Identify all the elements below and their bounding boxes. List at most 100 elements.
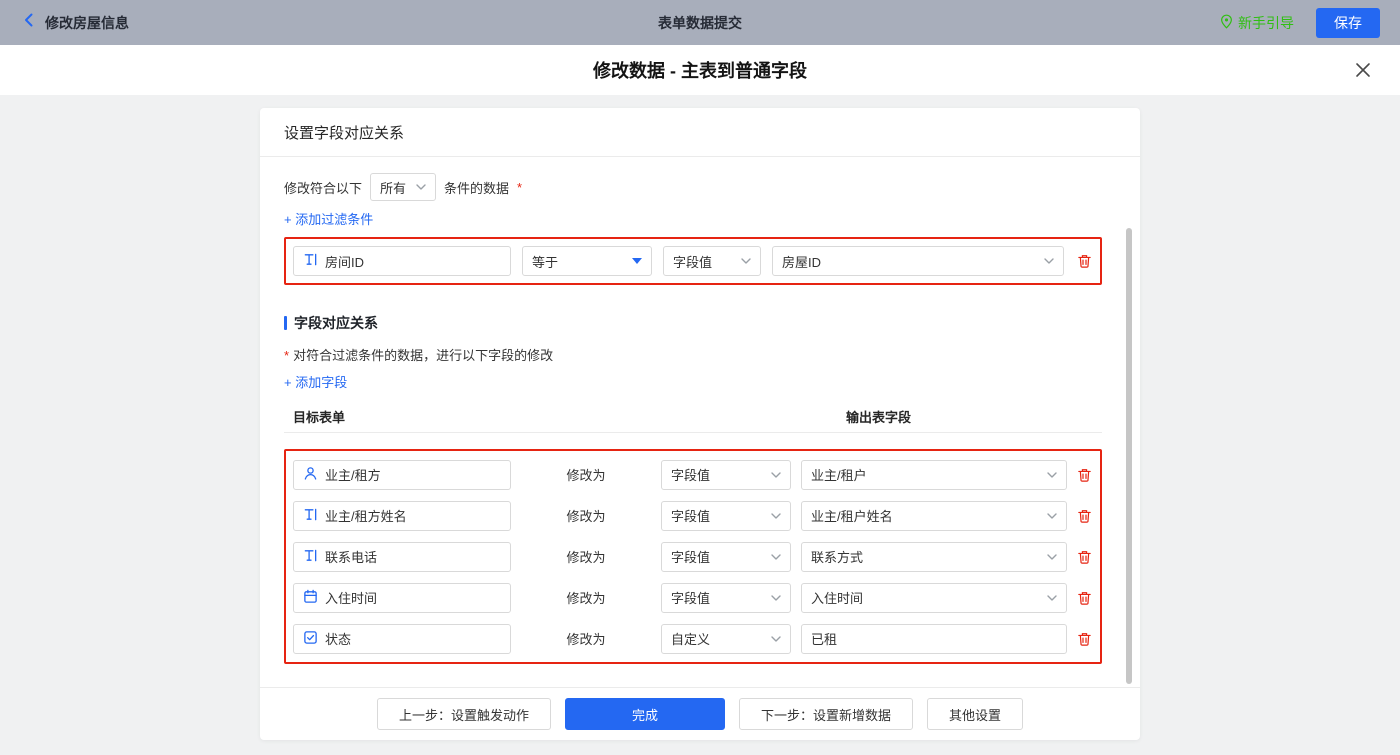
- chevron-down-icon: [1047, 513, 1057, 519]
- target-field-input[interactable]: 业主/租方姓名: [293, 501, 511, 531]
- done-button[interactable]: 完成: [565, 698, 725, 730]
- page-body: 设置字段对应关系 修改符合以下 所有 条件的数据 * + 添加过滤条件: [0, 95, 1400, 755]
- chevron-down-icon: [741, 258, 751, 264]
- filter-suffix-label: 条件的数据: [444, 178, 509, 197]
- output-field-select[interactable]: 业主/租户姓名: [801, 501, 1067, 531]
- target-field-value: 业主/租方姓名: [325, 506, 407, 525]
- modify-label: 修改为: [511, 588, 661, 607]
- beginner-guide-link[interactable]: 新手引导: [1220, 13, 1294, 33]
- delete-icon[interactable]: [1075, 630, 1093, 648]
- back-button[interactable]: 修改房屋信息: [20, 11, 129, 34]
- filter-prefix-label: 修改符合以下: [284, 178, 362, 197]
- target-field-value: 入住时间: [325, 588, 377, 607]
- location-pin-icon: [1220, 14, 1233, 32]
- add-filter-condition-link[interactable]: + 添加过滤条件: [284, 209, 373, 228]
- select-value: 自定义: [671, 629, 710, 648]
- mapping-section-title: 字段对应关系: [294, 313, 378, 333]
- filter-operator-select[interactable]: 等于: [522, 246, 652, 276]
- mapping-row: 联系电话 修改为 字段值 联系方式: [293, 536, 1093, 577]
- next-step-button[interactable]: 下一步：设置新增数据: [739, 698, 913, 730]
- save-button[interactable]: 保存: [1316, 8, 1380, 38]
- filter-field-input[interactable]: 房间ID: [293, 246, 511, 276]
- required-asterisk: *: [517, 180, 522, 195]
- value-type-select[interactable]: 字段值: [661, 501, 791, 531]
- select-value: 字段值: [671, 588, 710, 607]
- back-icon: [20, 11, 38, 34]
- filter-condition-line: 修改符合以下 所有 条件的数据 *: [284, 173, 1102, 201]
- filter-value-select[interactable]: 房屋ID: [772, 246, 1064, 276]
- chevron-down-icon: [1044, 258, 1054, 264]
- dialog-header: 修改数据 - 主表到普通字段: [0, 45, 1400, 95]
- chevron-down-icon: [771, 472, 781, 478]
- modify-label: 修改为: [511, 506, 661, 525]
- required-asterisk: *: [284, 348, 289, 363]
- chevron-down-icon: [1047, 554, 1057, 560]
- target-field-input[interactable]: 入住时间: [293, 583, 511, 613]
- dropdown-triangle-icon: [632, 258, 642, 264]
- topbar-actions: 新手引导 保存: [1220, 8, 1380, 38]
- mapping-rows-highlight-box: 业主/租方 修改为 字段值 业主/租户: [284, 449, 1102, 664]
- chevron-down-icon: [416, 184, 426, 190]
- output-field-select[interactable]: 入住时间: [801, 583, 1067, 613]
- input-value: 已租: [811, 629, 837, 648]
- filter-scope-select[interactable]: 所有: [370, 173, 436, 201]
- mapping-section-header: 字段对应关系: [284, 313, 1102, 333]
- text-field-icon: [303, 252, 318, 270]
- target-field-input[interactable]: 联系电话: [293, 542, 511, 572]
- mapping-column-headers: 目标表单 输出表字段: [284, 406, 1102, 433]
- select-value: 字段值: [673, 252, 712, 271]
- custom-value-input[interactable]: 已租: [801, 624, 1067, 654]
- other-settings-button[interactable]: 其他设置: [927, 698, 1023, 730]
- output-field-select[interactable]: 联系方式: [801, 542, 1067, 572]
- chevron-down-icon: [1047, 472, 1057, 478]
- mapping-row: 业主/租方姓名 修改为 字段值 业主/租户姓名: [293, 495, 1093, 536]
- filter-value-type-select[interactable]: 字段值: [663, 246, 761, 276]
- prev-step-button[interactable]: 上一步：设置触发动作: [377, 698, 551, 730]
- section-marker: [284, 316, 287, 330]
- page-title: 表单数据提交: [658, 13, 742, 33]
- close-icon[interactable]: [1352, 59, 1374, 81]
- delete-icon[interactable]: [1075, 548, 1093, 566]
- user-field-icon: [303, 466, 318, 484]
- date-field-icon: [303, 589, 318, 607]
- target-field-value: 联系电话: [325, 547, 377, 566]
- select-value: 房屋ID: [782, 252, 821, 271]
- target-field-value: 业主/租方: [325, 465, 381, 484]
- select-value: 字段值: [671, 547, 710, 566]
- column-header-output-field: 输出表字段: [846, 407, 911, 426]
- mapping-row: 业主/租方 修改为 字段值 业主/租户: [293, 454, 1093, 495]
- value-type-select[interactable]: 字段值: [661, 460, 791, 490]
- select-value: 字段值: [671, 506, 710, 525]
- modify-label: 修改为: [511, 465, 661, 484]
- select-value: 入住时间: [811, 588, 863, 607]
- delete-icon[interactable]: [1075, 589, 1093, 607]
- mapping-description: * 对符合过滤条件的数据，进行以下字段的修改: [284, 345, 1102, 364]
- select-value: 联系方式: [811, 547, 863, 566]
- panel-section-title: 设置字段对应关系: [260, 108, 1140, 157]
- column-header-target-form: 目标表单: [293, 407, 345, 426]
- field-mapping-panel: 设置字段对应关系 修改符合以下 所有 条件的数据 * + 添加过滤条件: [260, 108, 1140, 740]
- delete-icon[interactable]: [1075, 252, 1093, 270]
- panel-footer: 上一步：设置触发动作 完成 下一步：设置新增数据 其他设置: [260, 687, 1140, 740]
- delete-icon[interactable]: [1075, 507, 1093, 525]
- delete-icon[interactable]: [1075, 466, 1093, 484]
- mapping-row: 状态 修改为 自定义 已租: [293, 618, 1093, 659]
- chevron-down-icon: [771, 595, 781, 601]
- mapping-row: 入住时间 修改为 字段值 入住时间: [293, 577, 1093, 618]
- select-value: 所有: [380, 178, 406, 197]
- value-type-select[interactable]: 自定义: [661, 624, 791, 654]
- output-field-select[interactable]: 业主/租户: [801, 460, 1067, 490]
- modify-label: 修改为: [511, 629, 661, 648]
- modify-label: 修改为: [511, 547, 661, 566]
- text-field-icon: [303, 507, 318, 525]
- vertical-scrollbar[interactable]: [1126, 228, 1132, 684]
- target-field-input[interactable]: 业主/租方: [293, 460, 511, 490]
- topbar: 修改房屋信息 表单数据提交 新手引导 保存: [0, 0, 1400, 45]
- mapping-description-text: 对符合过滤条件的数据，进行以下字段的修改: [293, 348, 553, 363]
- value-type-select[interactable]: 字段值: [661, 583, 791, 613]
- target-field-input[interactable]: 状态: [293, 624, 511, 654]
- back-label: 修改房屋信息: [45, 13, 129, 33]
- value-type-select[interactable]: 字段值: [661, 542, 791, 572]
- add-field-link[interactable]: + 添加字段: [284, 372, 347, 391]
- select-value: 业主/租户: [811, 465, 867, 484]
